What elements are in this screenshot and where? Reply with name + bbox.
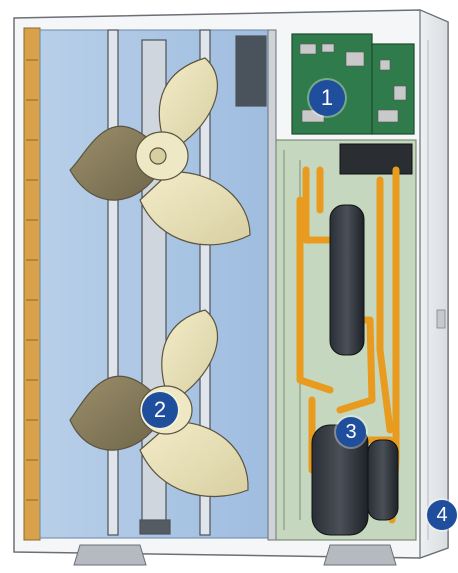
divider-panel — [267, 29, 277, 541]
callout-4-side-panel: 4 — [427, 500, 457, 530]
callout-1-control-board: 1 — [309, 80, 345, 116]
unit-illustration — [13, 9, 449, 566]
heat-pump-outdoor-unit-diagram: 1 2 3 4 — [0, 0, 458, 573]
callout-3-compressor: 3 — [336, 417, 366, 447]
callout-2-fan: 2 — [142, 392, 178, 428]
